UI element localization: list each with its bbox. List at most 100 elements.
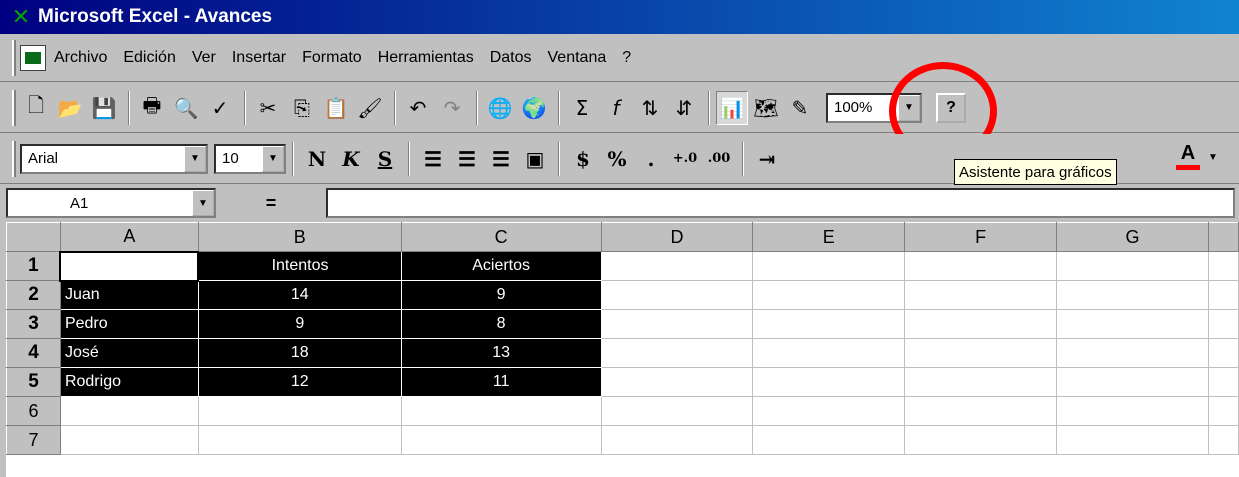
align-left-icon[interactable]: ☰ — [416, 142, 450, 176]
cell-b6[interactable] — [197, 396, 402, 426]
cell[interactable] — [1056, 338, 1209, 368]
column-header[interactable]: D — [600, 222, 754, 252]
cell-c2[interactable]: 9 — [400, 280, 602, 310]
cell-a5[interactable]: Rodrigo — [59, 367, 199, 397]
workbook-icon[interactable] — [20, 44, 46, 71]
chevron-down-icon[interactable]: ▼ — [262, 145, 284, 172]
hyperlink-icon[interactable]: 🌐 — [484, 91, 516, 125]
cell[interactable] — [1207, 338, 1239, 368]
cell-b4[interactable]: 18 — [197, 338, 402, 368]
cell-a1[interactable] — [59, 250, 200, 282]
web-toolbar-icon[interactable]: 🌍 — [518, 91, 550, 125]
save-icon[interactable]: 💾 — [88, 91, 120, 125]
cell[interactable] — [752, 338, 906, 368]
align-right-icon[interactable]: ☰ — [484, 142, 518, 176]
font-color-icon[interactable]: A — [1176, 142, 1200, 170]
row-header[interactable]: 5 — [6, 367, 61, 397]
cell[interactable] — [1056, 280, 1209, 310]
cell[interactable] — [1207, 309, 1239, 339]
cell-a3[interactable]: Pedro — [59, 309, 199, 339]
cell[interactable] — [600, 367, 754, 397]
cell[interactable] — [1207, 280, 1239, 310]
cell[interactable] — [904, 309, 1058, 339]
font-select[interactable]: Arial ▼ — [20, 143, 208, 174]
underline-icon[interactable]: S — [368, 142, 402, 176]
column-header[interactable]: A — [59, 222, 199, 252]
italic-icon[interactable]: K — [334, 142, 368, 176]
column-header[interactable]: F — [904, 222, 1058, 252]
cell-b7[interactable] — [197, 425, 402, 455]
function-icon[interactable]: f — [600, 91, 632, 125]
autosum-icon[interactable]: Σ — [566, 91, 598, 125]
cell[interactable] — [752, 309, 906, 339]
column-header[interactable]: B — [197, 222, 402, 252]
format-painter-icon[interactable]: 🖌 — [354, 91, 386, 125]
column-header[interactable]: C — [400, 222, 602, 252]
map-icon[interactable]: 🗺 — [750, 91, 782, 125]
cell[interactable] — [752, 280, 906, 310]
menu-ventana[interactable]: Ventana — [548, 49, 607, 67]
cell[interactable] — [1056, 309, 1209, 339]
chart-wizard-icon[interactable]: 📊 — [716, 90, 748, 125]
cell[interactable] — [1056, 251, 1209, 281]
cell[interactable] — [600, 396, 754, 426]
cell[interactable] — [1207, 425, 1239, 455]
row-header[interactable]: 3 — [6, 309, 61, 339]
menubar-grip[interactable] — [12, 39, 16, 76]
toolbar-grip[interactable] — [12, 140, 16, 177]
menu-insertar[interactable]: Insertar — [232, 49, 286, 67]
currency-icon[interactable]: $ — [566, 142, 600, 176]
column-header[interactable]: E — [752, 222, 906, 252]
cell-a4[interactable]: José — [59, 338, 199, 368]
cell[interactable] — [600, 309, 754, 339]
chevron-down-icon[interactable]: ▼ — [1208, 152, 1218, 163]
decrease-decimal-icon[interactable]: .00 — [702, 142, 736, 176]
name-box[interactable]: A1 ▼ — [6, 188, 216, 218]
cell[interactable] — [752, 367, 906, 397]
cell[interactable] — [752, 251, 906, 281]
cell[interactable] — [600, 280, 754, 310]
cell-c6[interactable] — [400, 396, 602, 426]
bold-icon[interactable]: N — [300, 142, 334, 176]
cell[interactable] — [1056, 367, 1209, 397]
select-all-corner[interactable] — [6, 222, 61, 252]
column-header[interactable] — [1207, 222, 1239, 252]
align-center-icon[interactable]: ☰ — [450, 142, 484, 176]
indent-icon[interactable]: ⇥ — [750, 142, 784, 176]
cell-a2[interactable]: Juan — [59, 280, 199, 310]
new-file-icon[interactable]: 🗋 — [20, 91, 52, 125]
cell[interactable] — [1207, 251, 1239, 281]
chevron-down-icon[interactable]: ▼ — [184, 145, 206, 172]
edit-formula-button[interactable]: = — [216, 193, 326, 214]
menu-help[interactable]: ? — [622, 49, 631, 67]
paste-icon[interactable]: 📋 — [320, 91, 352, 125]
increase-decimal-icon[interactable]: +.0 — [668, 142, 702, 176]
row-header[interactable]: 7 — [6, 425, 61, 455]
drawing-icon[interactable]: ✎ — [784, 91, 816, 125]
cell[interactable] — [752, 396, 906, 426]
row-header[interactable]: 1 — [6, 251, 61, 281]
redo-icon[interactable]: ↷ — [436, 91, 468, 125]
cell[interactable] — [904, 396, 1058, 426]
cell[interactable] — [600, 338, 754, 368]
merge-center-icon[interactable]: ▣ — [518, 142, 552, 176]
cell-c3[interactable]: 8 — [400, 309, 602, 339]
font-size-select[interactable]: 10 ▼ — [214, 143, 286, 174]
cell-b2[interactable]: 14 — [197, 280, 402, 310]
undo-icon[interactable]: ↶ — [402, 91, 434, 125]
spelling-icon[interactable]: ✓ — [204, 91, 236, 125]
cell[interactable] — [600, 425, 754, 455]
cell[interactable] — [1207, 396, 1239, 426]
row-header[interactable]: 2 — [6, 280, 61, 310]
menu-edicion[interactable]: Edición — [123, 49, 175, 67]
print-icon[interactable]: 🖶 — [136, 91, 168, 125]
cell[interactable] — [904, 425, 1058, 455]
open-folder-icon[interactable]: 📂 — [54, 91, 86, 125]
chevron-down-icon[interactable]: ▼ — [192, 190, 214, 216]
cell[interactable] — [1056, 396, 1209, 426]
cell[interactable] — [752, 425, 906, 455]
cell[interactable] — [904, 280, 1058, 310]
cell[interactable] — [600, 251, 754, 281]
toolbar-grip[interactable] — [12, 89, 16, 126]
sort-ascending-icon[interactable]: ⇅ — [634, 91, 666, 125]
